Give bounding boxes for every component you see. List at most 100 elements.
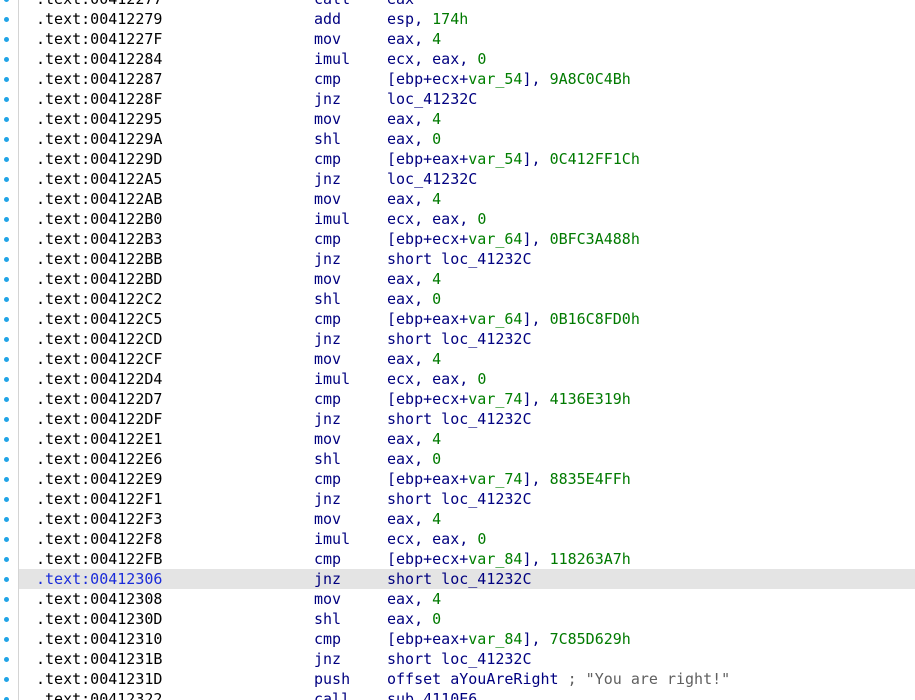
instruction-operands[interactable]: eax, 4 — [387, 349, 441, 369]
breakpoint-marker-icon[interactable] — [4, 277, 9, 282]
breakpoint-marker-icon[interactable] — [4, 377, 9, 382]
instruction-row[interactable]: .text:004122F3 mov eax, 4 — [0, 509, 915, 529]
instruction-address[interactable]: .text:004122B0 — [36, 209, 162, 229]
instruction-row[interactable]: .text:00412322 call sub_4110E6 — [0, 689, 915, 700]
instruction-address[interactable]: .text:004122BB — [36, 249, 162, 269]
instruction-operands[interactable]: [ebp+ecx+var_74], 4136E319h — [387, 389, 631, 409]
instruction-mnemonic[interactable]: jnz — [314, 329, 341, 349]
instruction-row[interactable]: .text:004122B3 cmp [ebp+ecx+var_64], 0BFC3… — [0, 229, 915, 249]
instruction-mnemonic[interactable]: jnz — [314, 89, 341, 109]
instruction-row[interactable]: .text:004122D7 cmp [ebp+ecx+var_74], 4136E… — [0, 389, 915, 409]
instruction-mnemonic[interactable]: shl — [314, 449, 341, 469]
instruction-row[interactable]: .text:004122E9 cmp [ebp+eax+var_74], 8835E… — [0, 469, 915, 489]
instruction-operands[interactable]: ecx, eax, 0 — [387, 369, 486, 389]
instruction-operands[interactable]: eax, 4 — [387, 429, 441, 449]
instruction-row[interactable]: .text:004122AB mov eax, 4 — [0, 189, 915, 209]
instruction-address[interactable]: .text:004122F3 — [36, 509, 162, 529]
variable-reference[interactable]: var_64 — [468, 310, 522, 328]
breakpoint-marker-icon[interactable] — [4, 297, 9, 302]
breakpoint-marker-icon[interactable] — [4, 637, 9, 642]
instruction-row[interactable]: .text:004122CD jnz short loc_41232C — [0, 329, 915, 349]
instruction-address[interactable]: .text:004122BD — [36, 269, 162, 289]
breakpoint-marker-icon[interactable] — [4, 577, 9, 582]
instruction-address[interactable]: .text:0041227F — [36, 29, 162, 49]
instruction-row[interactable]: .text:0041230D shl eax, 0 — [0, 609, 915, 629]
instruction-mnemonic[interactable]: mov — [314, 349, 341, 369]
instruction-row[interactable]: .text:004122E1 mov eax, 4 — [0, 429, 915, 449]
instruction-address[interactable]: .text:0041229D — [36, 149, 162, 169]
breakpoint-marker-icon[interactable] — [4, 57, 9, 62]
instruction-address[interactable]: .text:0041231D — [36, 669, 162, 689]
instruction-row[interactable]: .text:00412287 cmp [ebp+ecx+var_54], 9A8C0… — [0, 69, 915, 89]
breakpoint-marker-icon[interactable] — [4, 157, 9, 162]
instruction-operands[interactable]: eax, 0 — [387, 609, 441, 629]
breakpoint-marker-icon[interactable] — [4, 437, 9, 442]
instruction-address[interactable]: .text:00412310 — [36, 629, 162, 649]
instruction-operands[interactable]: [ebp+ecx+var_84], 118263A7h — [387, 549, 631, 569]
instruction-address[interactable]: .text:004122F8 — [36, 529, 162, 549]
breakpoint-marker-icon[interactable] — [4, 77, 9, 82]
instruction-operands[interactable]: short loc_41232C — [387, 569, 532, 589]
instruction-operands[interactable]: eax, 4 — [387, 589, 441, 609]
instruction-address[interactable]: .text:0041229A — [36, 129, 162, 149]
instruction-mnemonic[interactable]: jnz — [314, 569, 341, 589]
instruction-address[interactable]: .text:004122E1 — [36, 429, 162, 449]
instruction-row[interactable]: .text:004122F1 jnz short loc_41232C — [0, 489, 915, 509]
instruction-row[interactable]: .text:004122FB cmp [ebp+ecx+var_84], 11826… — [0, 549, 915, 569]
instruction-row[interactable]: .text:00412284 imul ecx, eax, 0 — [0, 49, 915, 69]
instruction-mnemonic[interactable]: mov — [314, 189, 341, 209]
breakpoint-marker-icon[interactable] — [4, 97, 9, 102]
instruction-mnemonic[interactable]: call — [314, 689, 350, 700]
breakpoint-marker-icon[interactable] — [4, 137, 9, 142]
instruction-operands[interactable]: eax, 0 — [387, 449, 441, 469]
instruction-row[interactable]: .text:0041229D cmp [ebp+eax+var_54], 0C412… — [0, 149, 915, 169]
instruction-mnemonic[interactable]: mov — [314, 269, 341, 289]
breakpoint-marker-icon[interactable] — [4, 17, 9, 22]
breakpoint-marker-icon[interactable] — [4, 417, 9, 422]
instruction-operands[interactable]: eax, 0 — [387, 129, 441, 149]
instruction-mnemonic[interactable]: cmp — [314, 389, 341, 409]
instruction-operands[interactable]: esp, 174h — [387, 9, 468, 29]
breakpoint-marker-icon[interactable] — [4, 237, 9, 242]
breakpoint-marker-icon[interactable] — [4, 317, 9, 322]
instruction-mnemonic[interactable]: cmp — [314, 229, 341, 249]
instruction-operands[interactable]: eax, 4 — [387, 509, 441, 529]
instruction-row[interactable]: .text:00412295 mov eax, 4 — [0, 109, 915, 129]
instruction-row[interactable]: .text:0041227F mov eax, 4 — [0, 29, 915, 49]
breakpoint-marker-icon[interactable] — [4, 177, 9, 182]
instruction-row[interactable]: .text:004122C5 cmp [ebp+eax+var_64], 0B16C… — [0, 309, 915, 329]
instruction-row[interactable]: .text:00412277 call eax — [0, 0, 915, 9]
instruction-mnemonic[interactable]: imul — [314, 369, 350, 389]
instruction-operands[interactable]: short loc_41232C — [387, 489, 532, 509]
instruction-mnemonic[interactable]: jnz — [314, 409, 341, 429]
instruction-mnemonic[interactable]: shl — [314, 289, 341, 309]
instruction-operands[interactable]: loc_41232C — [387, 169, 477, 189]
variable-reference[interactable]: var_74 — [468, 470, 522, 488]
instruction-address[interactable]: .text:004122AB — [36, 189, 162, 209]
instruction-address[interactable]: .text:004122A5 — [36, 169, 162, 189]
instruction-address[interactable]: .text:0041228F — [36, 89, 162, 109]
instruction-operands[interactable]: short loc_41232C — [387, 649, 532, 669]
breakpoint-marker-icon[interactable] — [4, 497, 9, 502]
instruction-mnemonic[interactable]: shl — [314, 609, 341, 629]
selected-instruction-row[interactable]: .text:00412306 jnz short loc_41232C — [0, 569, 915, 589]
instruction-mnemonic[interactable]: call — [314, 0, 350, 9]
instruction-operands[interactable]: offset aYouAreRight ; "You are right!" — [387, 669, 730, 689]
instruction-operands[interactable]: ecx, eax, 0 — [387, 49, 486, 69]
instruction-address[interactable]: .text:00412279 — [36, 9, 162, 29]
instruction-row[interactable]: .text:00412310 cmp [ebp+eax+var_84], 7C85D… — [0, 629, 915, 649]
instruction-address[interactable]: .text:004122D4 — [36, 369, 162, 389]
instruction-operands[interactable]: eax — [387, 0, 414, 9]
instruction-address[interactable]: .text:004122CD — [36, 329, 162, 349]
instruction-address[interactable]: .text:00412322 — [36, 689, 162, 700]
instruction-row[interactable]: .text:004122A5 jnz loc_41232C — [0, 169, 915, 189]
instruction-operands[interactable]: eax, 4 — [387, 109, 441, 129]
instruction-row[interactable]: .text:00412308 mov eax, 4 — [0, 589, 915, 609]
instruction-mnemonic[interactable]: push — [314, 669, 350, 689]
instruction-address[interactable]: .text:004122DF — [36, 409, 162, 429]
instruction-operands[interactable]: eax, 4 — [387, 189, 441, 209]
variable-reference[interactable]: var_84 — [468, 630, 522, 648]
instruction-row[interactable]: .text:004122D4 imul ecx, eax, 0 — [0, 369, 915, 389]
instruction-operands[interactable]: [ebp+eax+var_54], 0C412FF1Ch — [387, 149, 640, 169]
instruction-address[interactable]: .text:004122D7 — [36, 389, 162, 409]
